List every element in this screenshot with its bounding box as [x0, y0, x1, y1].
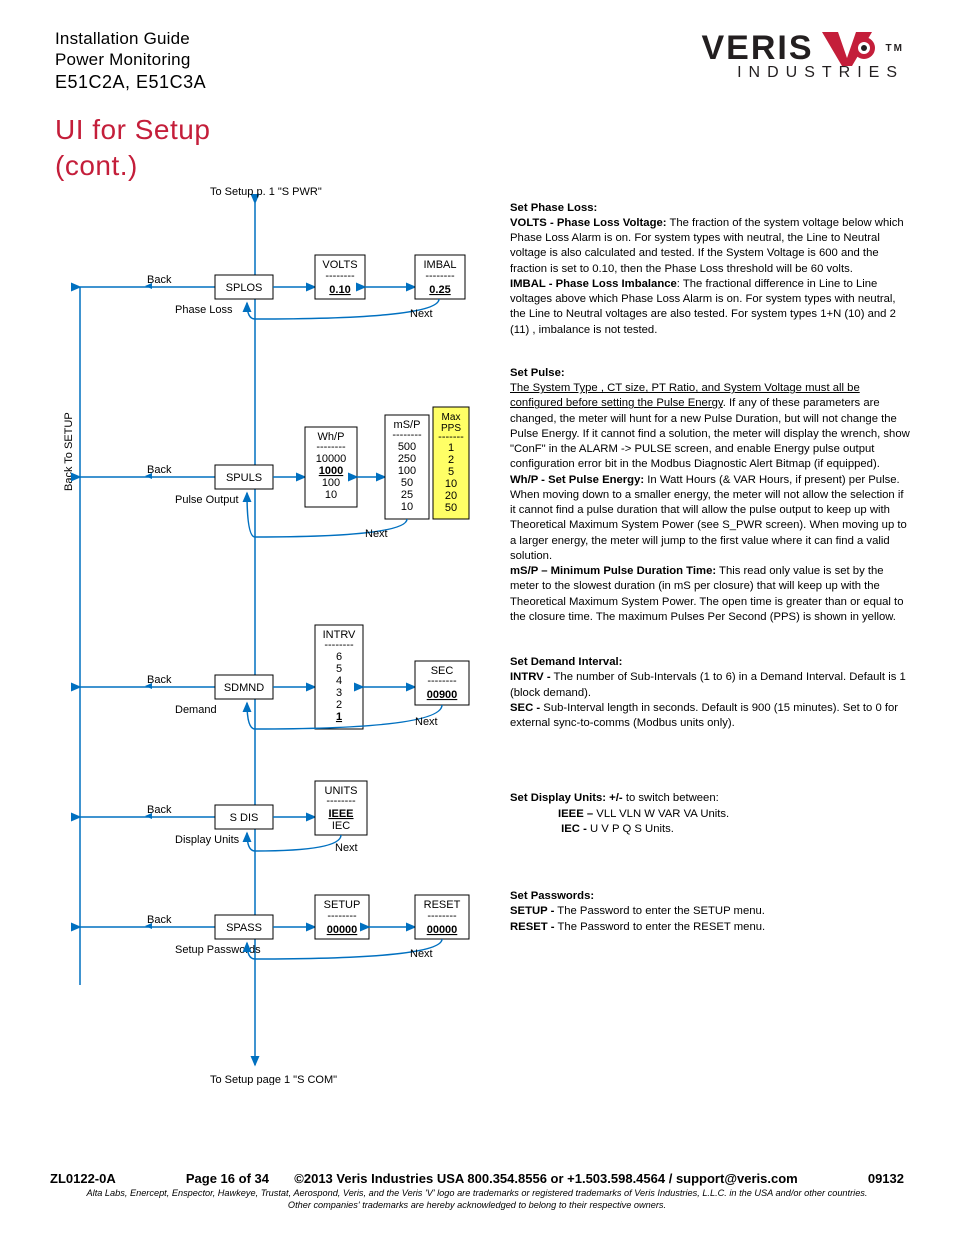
svg-text:00900: 00900: [427, 689, 458, 701]
svg-text:Next: Next: [365, 528, 388, 540]
svg-text:Pulse Output: Pulse Output: [175, 494, 239, 506]
explanation-text: Set Phase Loss: VOLTS - Phase Loss Volta…: [510, 201, 910, 947]
header-line1: Installation Guide: [55, 28, 206, 49]
svg-text:250: 250: [398, 453, 416, 465]
svg-text:25: 25: [401, 489, 413, 501]
veris-v-icon: [820, 28, 876, 68]
svg-text:00000: 00000: [427, 924, 458, 936]
passwords-heading: Set Passwords:: [510, 890, 594, 902]
svg-text:10: 10: [445, 478, 457, 490]
svg-text:2: 2: [336, 699, 342, 711]
svg-text:Demand: Demand: [175, 704, 217, 716]
svg-text:100: 100: [398, 465, 416, 477]
top-note: To Setup p. 1 "S PWR": [210, 186, 322, 198]
footer-doc-id: ZL0122-0A: [50, 1171, 116, 1186]
demand-heading: Set Demand Interval:: [510, 656, 622, 668]
svg-text:2: 2: [448, 454, 454, 466]
svg-text:--------: --------: [324, 639, 354, 651]
svg-text:--------: --------: [427, 910, 457, 922]
svg-text:5: 5: [336, 663, 342, 675]
svg-text:10: 10: [325, 489, 337, 501]
svg-text:5: 5: [448, 466, 454, 478]
header: Installation Guide Power Monitoring E51C…: [55, 28, 904, 94]
sdmnd-label: SDMND: [224, 682, 264, 694]
svg-text:50: 50: [401, 477, 413, 489]
splos-label: SPLOS: [226, 282, 263, 294]
svg-text:50: 50: [445, 502, 457, 514]
svg-text:--------: --------: [327, 910, 357, 922]
svg-text:--------: --------: [392, 429, 422, 441]
svg-text:Next: Next: [410, 308, 433, 320]
title-line2: (cont.): [55, 148, 904, 184]
spuls-label: SPULS: [226, 472, 262, 484]
svg-text:1: 1: [336, 711, 342, 723]
logo-text: VERIS: [702, 29, 814, 68]
svg-text:Display Units: Display Units: [175, 834, 240, 846]
pulse-heading: Set Pulse:: [510, 367, 565, 379]
svg-text:--------: --------: [427, 675, 457, 687]
svg-text:--------: --------: [425, 270, 455, 282]
sdis-label: S DIS: [230, 812, 259, 824]
svg-text:Next: Next: [335, 842, 358, 854]
svg-text:Next: Next: [415, 716, 438, 728]
units-heading: Set Display Units: +/-: [510, 792, 623, 804]
svg-text:10000: 10000: [316, 453, 347, 465]
svg-text:00000: 00000: [327, 924, 358, 936]
footer-trademark-2: Other companies' trademarks are hereby a…: [50, 1200, 904, 1212]
bottom-note: To Setup page 1 "S COM": [210, 1074, 337, 1085]
trademark-symbol: TM: [886, 43, 904, 54]
footer-page: Page 16 of 34: [186, 1171, 269, 1186]
svg-text:10: 10: [401, 501, 413, 513]
svg-text:1000: 1000: [319, 465, 343, 477]
header-left: Installation Guide Power Monitoring E51C…: [55, 28, 206, 94]
phase-loss-heading: Set Phase Loss:: [510, 202, 597, 214]
svg-text:IEC: IEC: [332, 820, 350, 832]
svg-text:--------: --------: [316, 441, 346, 453]
footer: ZL0122-0A Page 16 of 34 ©2013 Veris Indu…: [50, 1171, 904, 1211]
title-line1: UI for Setup: [55, 112, 904, 148]
spass-label: SPASS: [226, 922, 262, 934]
svg-text:500: 500: [398, 441, 416, 453]
svg-text:0.10: 0.10: [329, 284, 350, 296]
svg-text:0.25: 0.25: [429, 284, 450, 296]
svg-text:20: 20: [445, 490, 457, 502]
svg-text:--------: --------: [326, 795, 356, 807]
svg-text:6: 6: [336, 651, 342, 663]
header-line2: Power Monitoring: [55, 49, 206, 70]
svg-text:3: 3: [336, 687, 342, 699]
svg-text:4: 4: [336, 675, 342, 687]
header-line3: E51C2A, E51C3A: [55, 71, 206, 94]
svg-text:IEEE: IEEE: [328, 808, 353, 820]
flow-diagram: To Setup p. 1 "S PWR" To Setup page 1 "S…: [55, 185, 495, 1088]
svg-text:Next: Next: [410, 948, 433, 960]
svg-text:100: 100: [322, 477, 340, 489]
footer-code: 09132: [868, 1171, 904, 1186]
svg-text:Max: Max: [442, 412, 461, 423]
svg-text:1: 1: [448, 442, 454, 454]
svg-text:--------: --------: [325, 270, 355, 282]
veris-logo: VERIS TM INDUSTRIES: [702, 28, 905, 82]
section-title: UI for Setup (cont.): [55, 112, 904, 185]
footer-trademark-1: Alta Labs, Enercept, Enspector, Hawkeye,…: [50, 1188, 904, 1200]
svg-text:Phase Loss: Phase Loss: [175, 304, 233, 316]
footer-copyright: ©2013 Veris Industries USA 800.354.8556 …: [294, 1171, 797, 1186]
